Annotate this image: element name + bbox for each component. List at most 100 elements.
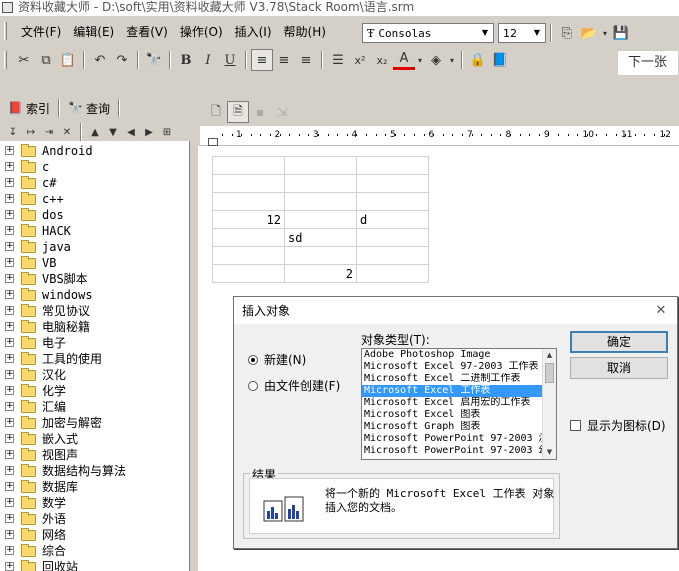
expand-plus-icon[interactable]: + [5,514,14,523]
tree-item[interactable]: + Android [0,143,189,159]
subscript-icon[interactable]: x₂ [371,49,393,71]
page-icon[interactable]: 🗋 [205,101,227,123]
expand-plus-icon[interactable]: + [5,290,14,299]
table-cell[interactable] [212,156,285,175]
radio-dot[interactable] [248,380,258,391]
page-edit-icon[interactable]: 🗎 [227,101,249,123]
menu-file[interactable]: 文件(F) [15,23,67,40]
table-cell[interactable]: 2 [284,264,357,283]
expand-plus-icon[interactable]: + [5,194,14,203]
ok-button[interactable]: 确定 [570,331,668,353]
expand-plus-icon[interactable]: + [5,306,14,315]
indent-marker-icon[interactable] [208,138,218,146]
table-cell[interactable] [212,192,285,211]
tree-item[interactable]: + 外语 [0,511,189,527]
font-color-icon[interactable]: A [393,50,415,70]
table-cell[interactable]: 12 [212,210,285,229]
tree-item[interactable]: + windows [0,287,189,303]
expand-plus-icon[interactable]: + [5,434,14,443]
goto-top-icon[interactable]: ↧ [4,124,22,140]
table-cell[interactable] [212,174,285,193]
table-cell[interactable] [212,228,285,247]
expand-plus-icon[interactable]: + [5,146,14,155]
table-cell[interactable] [284,192,357,211]
next-button[interactable]: 下一张 [617,50,679,76]
move-left-icon[interactable]: ◀ [122,124,140,140]
list-item[interactable]: Microsoft Graph 图表 [362,421,542,433]
list-item[interactable]: Microsoft Excel 二进制工作表 [362,373,542,385]
redo-icon[interactable]: ↷ [111,49,133,71]
move-right-icon[interactable]: ▶ [140,124,158,140]
tree-item[interactable]: + VB [0,255,189,271]
cancel-button[interactable]: 取消 [570,357,668,379]
radio-from-file[interactable]: 由文件创建(F) [248,377,340,394]
table-cell[interactable] [284,210,357,229]
list-item[interactable]: Microsoft Excel 启用宏的工作表 [362,397,542,409]
checkbox-box[interactable] [570,420,581,431]
align-right-icon[interactable]: ≡ [295,49,317,71]
expand-plus-icon[interactable]: + [5,210,14,219]
cut-icon[interactable]: ✂ [13,49,35,71]
chevron-down-icon[interactable]: ▼ [479,27,491,39]
list-item[interactable]: Microsoft Excel 图表 [362,409,542,421]
tree-item[interactable]: + 化学 [0,383,189,399]
book-icon[interactable]: 📘 [489,49,511,71]
undo-icon[interactable]: ↶ [89,49,111,71]
close-icon[interactable]: ✕ [653,303,669,319]
expand-plus-icon[interactable]: + [5,498,14,507]
tree-item[interactable]: + 网络 [0,527,189,543]
tree-item[interactable]: + 常见协议 [0,303,189,319]
find-icon[interactable]: 🔭 [143,49,165,71]
scroll-thumb[interactable] [545,363,554,383]
expand-plus-icon[interactable]: + [5,242,14,251]
menu-view[interactable]: 查看(V) [120,23,174,40]
italic-icon[interactable]: I [197,49,219,71]
table-cell[interactable]: d [356,210,429,229]
list-item[interactable]: Microsoft Excel 工作表 [362,385,542,397]
tree-item[interactable]: + c++ [0,191,189,207]
list-item[interactable]: Microsoft PowerPoint 97-2003 幻 [362,445,542,457]
tree-item[interactable]: + 工具的使用 [0,351,189,367]
table-cell[interactable]: sd [284,228,357,247]
goto-end-icon[interactable]: ↦ [22,124,40,140]
tab-index[interactable]: 📕 索引 [4,100,54,117]
radio-dot[interactable] [248,354,258,365]
chevron-down-icon[interactable]: ▼ [531,27,543,39]
align-left-icon[interactable]: ≡ [251,49,273,71]
expand-plus-icon[interactable]: + [5,370,14,379]
list-item[interactable]: Adobe Photoshop Image [362,349,542,361]
paste-icon[interactable]: 📋 [57,49,79,71]
dropdown-icon[interactable]: ▾ [600,22,610,44]
tree-item[interactable]: + 电脑秘籍 [0,319,189,335]
superscript-icon[interactable]: x² [349,49,371,71]
font-size-combo[interactable]: 12 ▼ [498,23,546,43]
expand-plus-icon[interactable]: + [5,562,14,571]
list-item[interactable]: Microsoft Excel 97-2003 工作表 [362,361,542,373]
toolbar-grip[interactable] [4,51,7,69]
copy-icon[interactable]: ⧉ [35,49,57,71]
tree-item[interactable]: + 回收站 [0,559,189,571]
radio-create-new[interactable]: 新建(N) [248,351,306,368]
move-down-icon[interactable]: ▼ [104,124,122,140]
underline-icon[interactable]: U [219,49,241,71]
expand-plus-icon[interactable]: + [5,178,14,187]
table-cell[interactable] [356,228,429,247]
table-cell[interactable] [356,192,429,211]
tree-structure-icon[interactable]: ⊞ [158,124,176,140]
dropdown-icon[interactable]: ▾ [415,49,425,71]
table-cell[interactable] [356,156,429,175]
tree-item[interactable]: + c [0,159,189,175]
tree-item[interactable]: + 数据结构与算法 [0,463,189,479]
dropdown-icon[interactable]: ▾ [447,49,457,71]
tree-item[interactable]: + 数据库 [0,479,189,495]
tree-item[interactable]: + HACK [0,223,189,239]
align-center-icon[interactable]: ≡ [273,49,295,71]
save-icon[interactable]: 💾 [610,22,632,44]
expand-plus-icon[interactable]: + [5,418,14,427]
expand-plus-icon[interactable]: + [5,354,14,363]
font-combo[interactable]: Ŧ Consolas ▼ [362,23,494,43]
object-type-list[interactable]: Adobe Photoshop Image Microsoft Excel 97-… [361,348,557,460]
list-item[interactable]: Microsoft PowerPoint 97-2003 演 [362,433,542,445]
copy-format-icon[interactable]: ⎘ [556,22,578,44]
delete-icon[interactable]: ✕ [58,124,76,140]
